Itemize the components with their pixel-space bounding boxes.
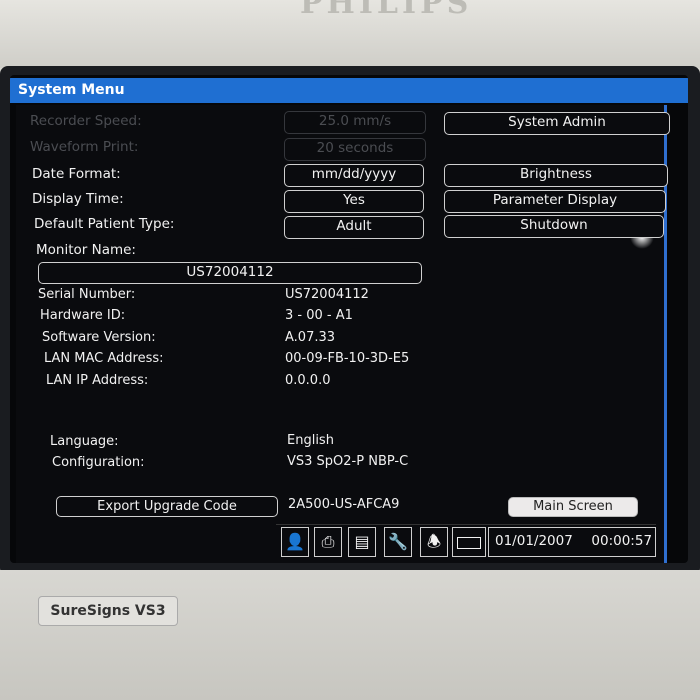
serial-number-label: Serial Number: [38,287,136,302]
status-date-time: 01/01/2007 00:00:57 [488,527,656,557]
lan-ip-value: 0.0.0.0 [285,373,331,388]
export-upgrade-code-button[interactable]: Export Upgrade Code [56,496,278,517]
default-patient-type-label: Default Patient Type: [34,216,175,232]
display-time-button[interactable]: Yes [284,190,424,213]
brightness-button[interactable]: Brightness [444,164,668,187]
recorder-speed-label: Recorder Speed: [30,113,142,129]
default-patient-type-button[interactable]: Adult [284,216,424,239]
waveform-print-label: Waveform Print: [30,139,139,155]
device-bottom-bezel [0,570,700,700]
lan-ip-label: LAN IP Address: [46,373,149,388]
lan-mac-value: 00-09-FB-10-3D-E5 [285,351,410,366]
recorder-speed-button[interactable]: 25.0 mm/s [284,111,426,134]
hardware-id-value: 3 - 00 - A1 [285,308,353,323]
alarm-bell-icon[interactable]: 🕭 [420,527,448,557]
model-label: SureSigns VS3 [38,596,178,626]
device-top-bezel: PHILIPS [0,0,700,68]
configuration-label: Configuration: [52,455,145,470]
upgrade-code-value: 2A500-US-AFCA9 [288,497,400,512]
parameter-display-button[interactable]: Parameter Display [444,190,666,213]
tools-icon[interactable]: 🔧 [384,527,412,557]
review-icon[interactable]: ▤ [348,527,376,557]
monitor-name-field[interactable]: US72004112 [38,262,422,284]
window-title: System Menu [10,78,688,103]
configuration-value: VS3 SpO2-P NBP-C [287,454,409,469]
serial-number-value: US72004112 [285,287,369,302]
hardware-id-label: Hardware ID: [40,308,126,323]
software-version-label: Software Version: [42,330,156,345]
lan-mac-label: LAN MAC Address: [44,351,164,366]
display-time-label: Display Time: [32,191,124,207]
software-version-value: A.07.33 [285,330,336,345]
language-label: Language: [50,434,119,449]
date-format-label: Date Format: [32,166,121,182]
waveform-print-button[interactable]: 20 seconds [284,138,426,161]
date-format-button[interactable]: mm/dd/yyyy [284,164,424,187]
main-screen-button[interactable]: Main Screen [508,497,638,517]
brand-logo: PHILIPS [300,0,473,21]
system-admin-button[interactable]: System Admin [444,112,670,135]
print-icon[interactable]: ⎙ [314,527,342,557]
shutdown-button[interactable]: Shutdown [444,215,664,238]
monitor-name-label: Monitor Name: [36,242,136,258]
language-value: English [287,433,334,448]
battery-icon [452,527,486,557]
patient-icon[interactable]: 👤 [281,527,309,557]
status-time: 00:00:57 [591,533,653,549]
status-date: 01/01/2007 [495,533,573,549]
